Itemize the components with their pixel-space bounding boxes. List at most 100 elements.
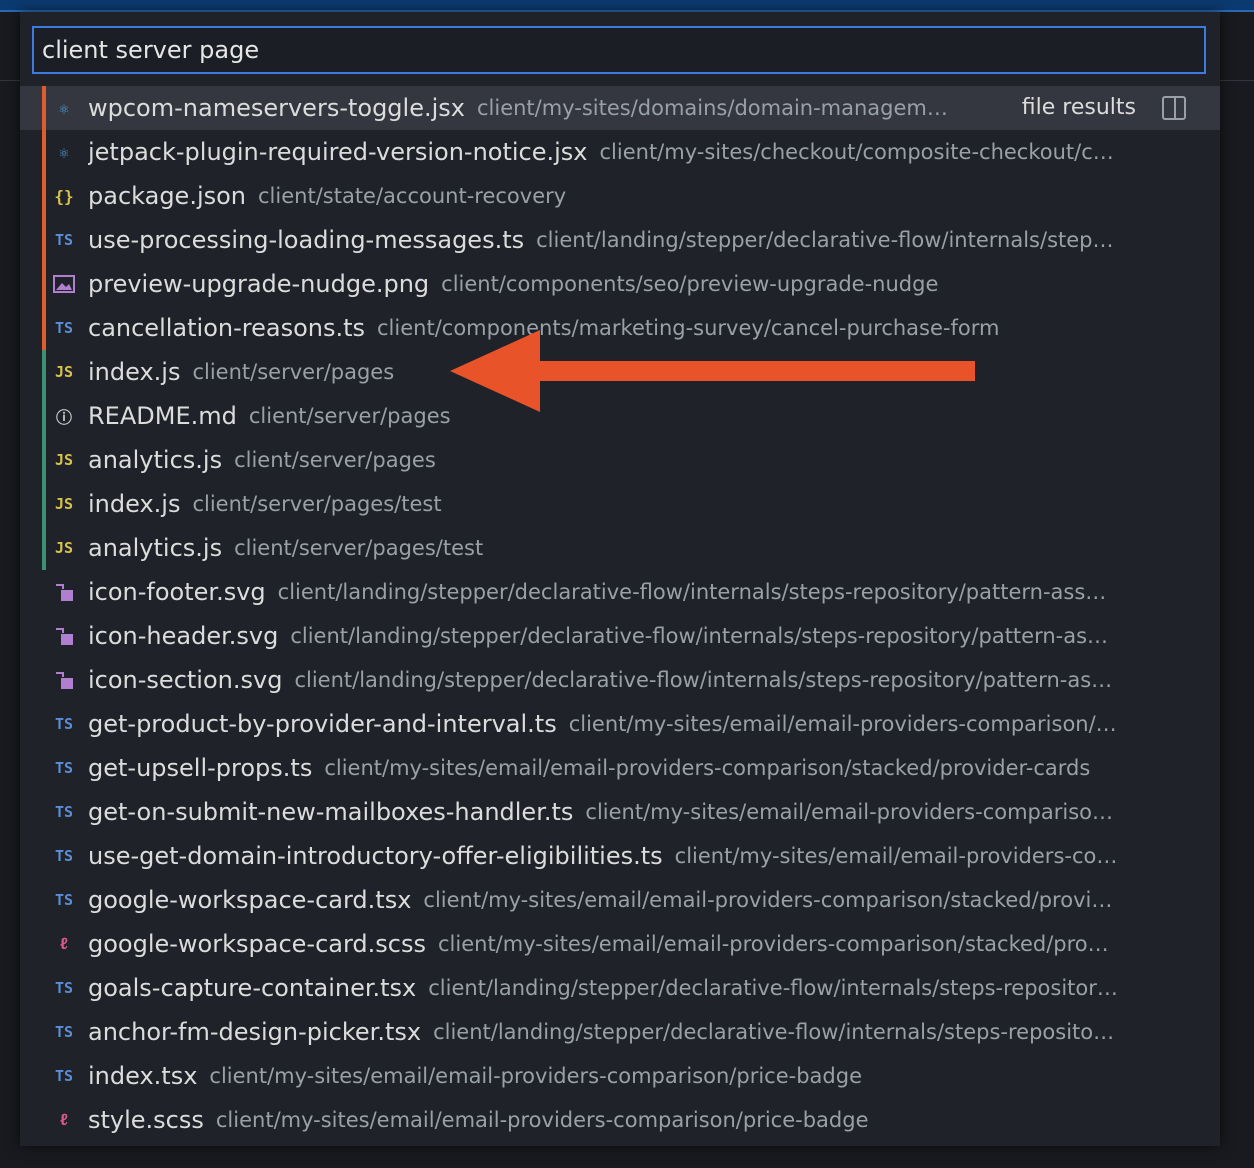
result-row[interactable]: TS cancellation-reasons.ts client/componen… [20,306,1220,350]
result-file-path: client/my-sites/email/email-providers-co… [209,1064,863,1088]
result-file-path: client/my-sites/domains/domain-managem… [476,96,948,120]
result-file-name: get-product-by-provider-and-interval.ts [88,710,557,738]
quick-open-palette: ⚛ wpcom-nameservers-toggle.jsx client/my-s… [20,12,1220,1146]
result-file-path: client/landing/stepper/declarative-flow/… [290,624,1109,648]
result-file-name: google-workspace-card.scss [88,930,426,958]
result-file-path: client/my-sites/email/email-providers-co… [215,1108,869,1132]
result-content: analytics.js client/server/pages [88,438,1146,482]
result-row[interactable]: icon-section.svg client/landing/stepper/d… [20,658,1220,702]
javascript-icon: JS [54,451,74,469]
result-row[interactable]: TS use-get-domain-introductory-offer-elig… [20,834,1220,878]
result-row[interactable]: ℓ style.scss client/my-sites/email/email-p… [20,1098,1220,1142]
result-file-name: anchor-fm-design-picker.tsx [88,1018,422,1046]
result-content: analytics.js client/server/pages/test [88,526,1146,570]
javascript-icon: JS [54,495,74,513]
result-file-path: client/server/pages [234,448,436,472]
sass-icon: ℓ [59,1110,69,1129]
result-content: wpcom-nameservers-toggle.jsx client/my-si… [88,86,980,130]
result-file-path: client/landing/stepper/declarative-flow/… [428,976,1118,1000]
result-file-name: goals-capture-container.tsx [88,974,417,1002]
result-content: index.js client/server/pages/test [88,482,1146,526]
result-content: jetpack-plugin-required-version-notice.j… [88,130,1146,174]
javascript-icon: JS [54,363,74,381]
result-content: preview-upgrade-nudge.png client/componen… [88,262,1146,306]
result-row[interactable]: TS use-processing-loading-messages.ts clie… [20,218,1220,262]
result-file-name: index.js [88,358,181,386]
result-file-name: analytics.js [88,534,223,562]
result-row[interactable]: TS get-product-by-provider-and-interval.t… [20,702,1220,746]
result-content: style.scss client/my-sites/email/email-pr… [88,1098,1146,1142]
info-icon: ⓘ [55,408,72,427]
result-file-name: analytics.js [88,446,223,474]
result-row[interactable]: TS index.tsx client/my-sites/email/email-p… [20,1054,1220,1098]
git-change-indicator [42,218,46,262]
result-file-name: get-on-submit-new-mailboxes-handler.ts [88,798,574,826]
title-bar [0,0,1254,12]
git-change-indicator [42,526,46,570]
react-icon: ⚛ [59,142,69,162]
result-file-name: index.js [88,490,181,518]
result-row[interactable]: TS get-on-submit-new-mailboxes-handler.ts… [20,790,1220,834]
result-file-name: wpcom-nameservers-toggle.jsx [88,94,465,122]
result-row[interactable]: ⚛ wpcom-nameservers-toggle.jsx client/my-s… [20,86,1220,130]
result-file-path: client/landing/stepper/declarative-flow/… [294,668,1113,692]
result-row[interactable]: JS analytics.js client/server/pages/test [20,526,1220,570]
javascript-icon: JS [54,539,74,557]
gutter-divider [0,80,20,81]
result-file-path: client/components/marketing-survey/cance… [377,316,1000,340]
result-content: get-on-submit-new-mailboxes-handler.ts cl… [88,790,1146,834]
result-row[interactable]: JS index.js client/server/pages [20,350,1220,394]
result-file-name: use-processing-loading-messages.ts [88,226,525,254]
result-row[interactable]: JS analytics.js client/server/pages [20,438,1220,482]
result-row[interactable]: ⓘ README.md client/server/pages [20,394,1220,438]
svg-icon [52,668,76,692]
result-content: get-product-by-provider-and-interval.ts c… [88,702,1146,746]
quick-open-search-input[interactable] [32,26,1206,74]
result-file-path: client/my-sites/email/email-providers-co… [674,844,1118,868]
result-file-path: client/my-sites/email/email-providers-co… [324,756,1091,780]
result-row[interactable]: icon-header.svg client/landing/stepper/de… [20,614,1220,658]
result-content: index.tsx client/my-sites/email/email-pro… [88,1054,1146,1098]
git-change-indicator [42,174,46,218]
result-content: anchor-fm-design-picker.tsx client/landin… [88,1010,1146,1054]
result-file-path: client/server/pages/test [234,536,484,560]
result-file-name: preview-upgrade-nudge.png [88,270,430,298]
result-content: get-upsell-props.ts client/my-sites/email… [88,746,1146,790]
result-row[interactable]: preview-upgrade-nudge.png client/componen… [20,262,1220,306]
result-content: google-workspace-card.scss client/my-site… [88,922,1146,966]
result-content: icon-header.svg client/landing/stepper/de… [88,614,1146,658]
git-change-indicator [42,306,46,350]
result-content: icon-footer.svg client/landing/stepper/de… [88,570,1146,614]
result-row[interactable]: icon-footer.svg client/landing/stepper/de… [20,570,1220,614]
result-file-name: icon-header.svg [88,622,279,650]
result-file-path: client/server/pages [248,404,451,428]
open-to-side-icon[interactable] [1162,96,1186,120]
result-content: cancellation-reasons.ts client/components… [88,306,1146,350]
svg-icon [52,580,76,604]
typescript-icon: TS [54,1023,74,1041]
result-content: google-workspace-card.tsx client/my-sites… [88,878,1146,922]
result-file-path: client/landing/stepper/declarative-flow/… [433,1020,1115,1044]
typescript-icon: TS [54,319,74,337]
result-file-path: client/server/pages [192,360,395,384]
typescript-icon: TS [54,979,74,997]
result-file-name: icon-section.svg [88,666,283,694]
git-change-indicator [42,482,46,526]
right-gutter-divider [1220,80,1254,81]
result-content: index.js client/server/pages [88,350,1146,394]
result-file-path: client/my-sites/email/email-providers-co… [585,800,1114,824]
typescript-icon: TS [54,231,74,249]
quick-open-results-list: ⚛ wpcom-nameservers-toggle.jsx client/my-s… [20,86,1220,1142]
result-row[interactable]: TS get-upsell-props.ts client/my-sites/ema… [20,746,1220,790]
result-file-name: icon-footer.svg [88,578,266,606]
result-row[interactable]: {} package.json client/state/account-recov… [20,174,1220,218]
result-content: use-get-domain-introductory-offer-eligib… [88,834,1146,878]
result-row[interactable]: TS goals-capture-container.tsx client/land… [20,966,1220,1010]
result-row[interactable]: JS index.js client/server/pages/test [20,482,1220,526]
git-change-indicator [42,350,46,394]
result-row[interactable]: TS google-workspace-card.tsx client/my-sit… [20,878,1220,922]
result-row[interactable]: ⚛ jetpack-plugin-required-version-notice.… [20,130,1220,174]
result-row[interactable]: ℓ google-workspace-card.scss client/my-sit… [20,922,1220,966]
result-file-path: client/state/account-recovery [258,184,567,208]
result-row[interactable]: TS anchor-fm-design-picker.tsx client/land… [20,1010,1220,1054]
